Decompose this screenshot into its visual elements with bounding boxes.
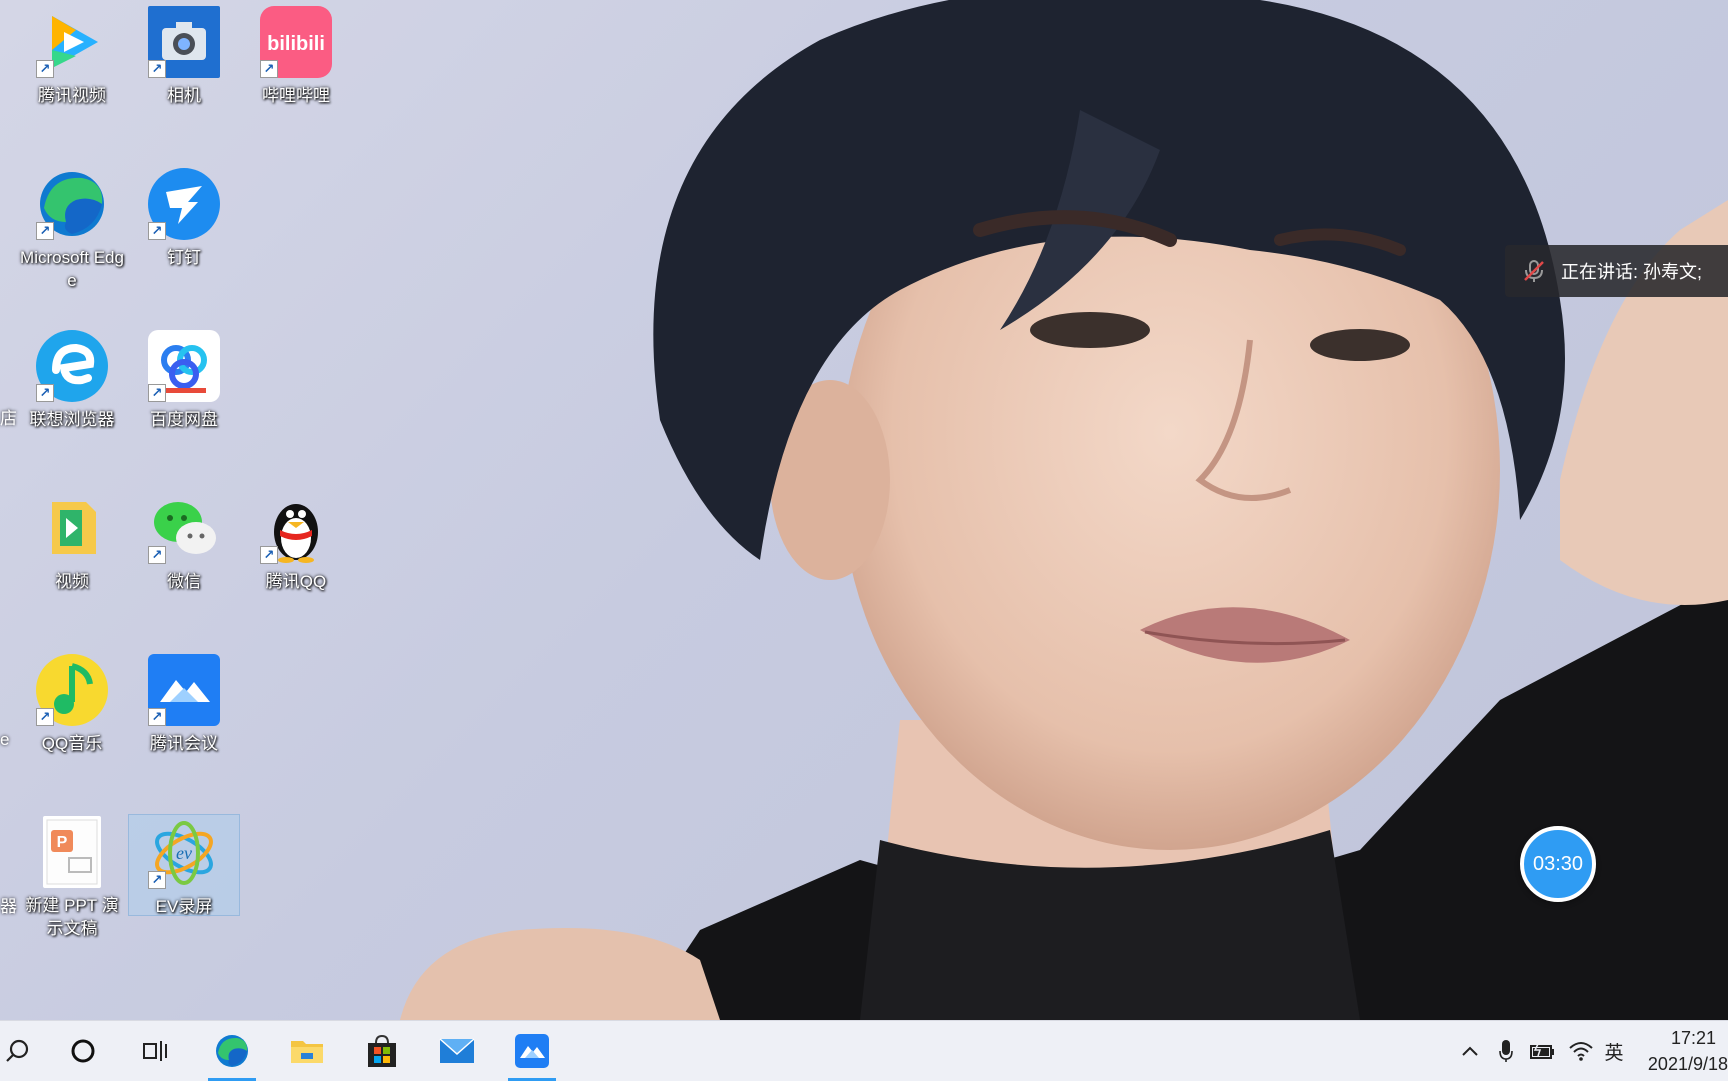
speaking-indicator: 正在讲话: 孙寿文; <box>1505 245 1728 297</box>
mail-icon <box>439 1038 475 1063</box>
search-icon <box>6 1039 29 1062</box>
shortcut-arrow-icon: ↗ <box>148 384 166 402</box>
bilibili-icon: bilibili ↗ <box>260 6 332 78</box>
timer-text: 03:30 <box>1532 852 1584 875</box>
icon-label: 哔哩哔哩 <box>262 86 330 105</box>
svg-text:ev: ev <box>176 843 192 863</box>
shortcut-arrow-icon: ↗ <box>148 60 166 78</box>
show-hidden-icons-button[interactable] <box>1458 1021 1482 1081</box>
desktop-icon-dingtalk[interactable]: ↗ 钉钉 <box>129 162 239 312</box>
bilibili-logo-text: bilibili <box>267 33 325 55</box>
svg-text:P: P <box>57 834 68 851</box>
icon-label: 联想浏览器 <box>29 410 115 429</box>
icon-label: 微信 <box>167 572 201 591</box>
icon-label: 新建 PPT 演示文稿 <box>25 896 119 938</box>
wechat-icon: ↗ <box>148 492 220 564</box>
clipped-label-2: e <box>0 730 10 749</box>
tray-ime-button[interactable]: 英 <box>1600 1021 1628 1081</box>
clipped-label-3: 器 <box>0 897 17 916</box>
tray-wifi-button[interactable] <box>1566 1021 1596 1081</box>
taskbar: 英 17:21 2021/9/18 <box>0 1020 1728 1081</box>
icon-label: Microsoft Edge <box>20 248 124 290</box>
icon-label: 百度网盘 <box>150 410 218 429</box>
icon-label: 腾讯视频 <box>38 86 106 105</box>
shortcut-arrow-icon: ↗ <box>148 222 166 240</box>
desktop-icon-wechat[interactable]: ↗ 微信 <box>129 486 239 636</box>
cortana-icon <box>71 1039 95 1063</box>
recording-timer[interactable]: 03:30 <box>1520 826 1596 902</box>
icon-label: QQ音乐 <box>41 734 103 753</box>
tencent-video-icon: ↗ <box>36 6 108 78</box>
shortcut-arrow-icon: ↗ <box>260 546 278 564</box>
ev-recorder-icon: ev ↗ <box>148 817 220 889</box>
edge-icon: ↗ <box>36 168 108 240</box>
ppt-file-icon: P <box>43 816 101 888</box>
lenovo-browser-icon: ↗ <box>36 330 108 402</box>
microsoft-store-icon <box>368 1034 396 1067</box>
desktop-icon-lenovo-browser[interactable]: ↗ 联想浏览器 <box>17 324 127 474</box>
desktop-icon-microsoft-edge[interactable]: ↗ Microsoft Edge <box>17 162 127 312</box>
desktop-icon-new-ppt[interactable]: P 新建 PPT 演示文稿 <box>17 810 127 960</box>
desktop-icon-tencent-meeting[interactable]: ↗ 腾讯会议 <box>129 648 239 798</box>
desktop-icon-bilibili[interactable]: bilibili ↗ 哔哩哔哩 <box>241 0 351 150</box>
desktop-icon-ev-recorder[interactable]: ev ↗ EV录屏 <box>128 814 240 916</box>
taskbar-clock[interactable]: 17:21 2021/9/18 <box>1628 1025 1728 1077</box>
file-explorer-icon <box>291 1041 323 1063</box>
shortcut-arrow-icon: ↗ <box>148 871 166 889</box>
desktop-icon-tencent-qq[interactable]: ↗ 腾讯QQ <box>241 486 351 636</box>
clock-date: 2021/9/18 <box>1647 1054 1728 1074</box>
clipped-label-1: 店 <box>0 409 17 428</box>
icon-label: 视频 <box>55 572 89 591</box>
taskbar-task-view-button[interactable] <box>124 1021 188 1081</box>
battery-charging-icon <box>1530 1041 1554 1059</box>
desktop-icon-camera[interactable]: ↗ 相机 <box>129 0 239 150</box>
desktop-icon-baidu-netdisk[interactable]: ↗ 百度网盘 <box>129 324 239 474</box>
camera-icon: ↗ <box>148 6 220 78</box>
taskbar-microsoft-store-button[interactable] <box>350 1021 414 1081</box>
desktop-icon-tencent-video[interactable]: ↗ 腾讯视频 <box>17 0 127 150</box>
shortcut-arrow-icon: ↗ <box>36 708 54 726</box>
icon-label: EV录屏 <box>155 897 213 916</box>
microphone-icon <box>1499 1040 1513 1062</box>
icon-label: 腾讯会议 <box>150 734 218 753</box>
shortcut-arrow-icon: ↗ <box>148 708 166 726</box>
clock-time: 17:21 <box>1670 1028 1716 1048</box>
tray-microphone-button[interactable] <box>1494 1021 1518 1081</box>
taskbar-tencent-meeting-button[interactable] <box>500 1021 564 1081</box>
shortcut-arrow-icon: ↗ <box>36 384 54 402</box>
wifi-icon <box>1569 1042 1593 1061</box>
task-view-icon <box>143 1041 167 1061</box>
icon-label: 腾讯QQ <box>265 572 327 591</box>
taskbar-cortana-button[interactable] <box>51 1021 115 1081</box>
shortcut-arrow-icon: ↗ <box>260 60 278 78</box>
shortcut-arrow-icon: ↗ <box>36 60 54 78</box>
icon-label: 钉钉 <box>167 248 201 267</box>
mic-muted-icon <box>1524 260 1544 282</box>
desktop-icon-video[interactable]: 视频 <box>17 486 127 636</box>
baidu-netdisk-icon: ↗ <box>148 330 220 402</box>
video-folder-icon <box>36 492 108 564</box>
tray-battery-button[interactable] <box>1528 1021 1558 1081</box>
taskbar-search-button[interactable] <box>0 1021 50 1081</box>
speaking-text: 正在讲话: 孙寿文; <box>1561 262 1703 282</box>
shortcut-arrow-icon: ↗ <box>148 546 166 564</box>
tencent-meeting-icon: ↗ <box>148 654 220 726</box>
edge-icon <box>216 1035 248 1067</box>
tencent-meeting-icon <box>515 1034 549 1068</box>
chevron-up-icon <box>1462 1046 1478 1056</box>
desktop-icon-qq-music[interactable]: ↗ QQ音乐 <box>17 648 127 798</box>
shortcut-arrow-icon: ↗ <box>36 222 54 240</box>
taskbar-edge-button[interactable] <box>200 1021 264 1081</box>
taskbar-file-explorer-button[interactable] <box>275 1021 339 1081</box>
dingtalk-icon: ↗ <box>148 168 220 240</box>
qq-penguin-icon: ↗ <box>260 492 332 564</box>
icon-label: 相机 <box>167 86 201 105</box>
ime-label: 英 <box>1604 1042 1624 1064</box>
qq-music-icon: ↗ <box>36 654 108 726</box>
taskbar-mail-button[interactable] <box>425 1021 489 1081</box>
